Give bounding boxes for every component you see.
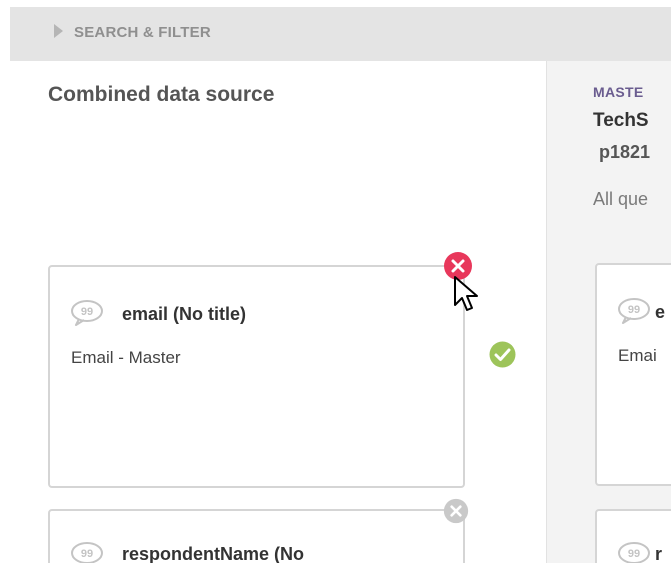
search-filter-toggle[interactable]: SEARCH & FILTER: [10, 7, 671, 61]
master-question-card[interactable]: 99 r: [595, 509, 671, 563]
svg-text:99: 99: [628, 304, 640, 316]
combined-source-title: Combined data source: [48, 83, 275, 106]
data-source-combiner: SEARCH & FILTER Combined data source 99 …: [0, 0, 671, 563]
card-question-source: Email - Master: [71, 348, 181, 367]
checkmark-icon: [489, 341, 516, 368]
svg-text:99: 99: [81, 548, 93, 560]
caret-right-icon: [54, 24, 63, 38]
source-id: p1821: [599, 142, 651, 162]
search-filter-label: SEARCH & FILTER: [74, 24, 211, 41]
speech-bubble-icon: 99: [618, 542, 650, 563]
master-question-card[interactable]: 99 e Emai: [595, 263, 671, 486]
question-card-respondent[interactable]: 99 respondentName (No: [48, 509, 465, 563]
card-question-title: respondentName (No: [122, 544, 305, 563]
speech-bubble-icon: 99: [71, 300, 103, 326]
speech-bubble-icon: 99: [71, 542, 103, 563]
card-question-title: e: [655, 302, 666, 322]
master-label: MASTE: [593, 84, 644, 100]
all-questions-label: All que: [593, 189, 649, 209]
card-question-source: Emai: [618, 346, 657, 365]
card-question-title: email (No title): [122, 304, 247, 324]
master-source-panel: MASTE TechS p1821 All que 99 e Emai 99 r: [546, 61, 671, 563]
remove-icon[interactable]: [443, 498, 469, 524]
mouse-cursor-icon: [454, 276, 478, 311]
source-name: TechS: [593, 110, 649, 131]
card-question-title: r: [655, 544, 663, 563]
speech-bubble-icon: 99: [618, 298, 650, 324]
svg-text:99: 99: [81, 306, 93, 318]
svg-text:99: 99: [628, 548, 640, 560]
question-card-email[interactable]: 99 email (No title) Email - Master: [48, 265, 465, 488]
